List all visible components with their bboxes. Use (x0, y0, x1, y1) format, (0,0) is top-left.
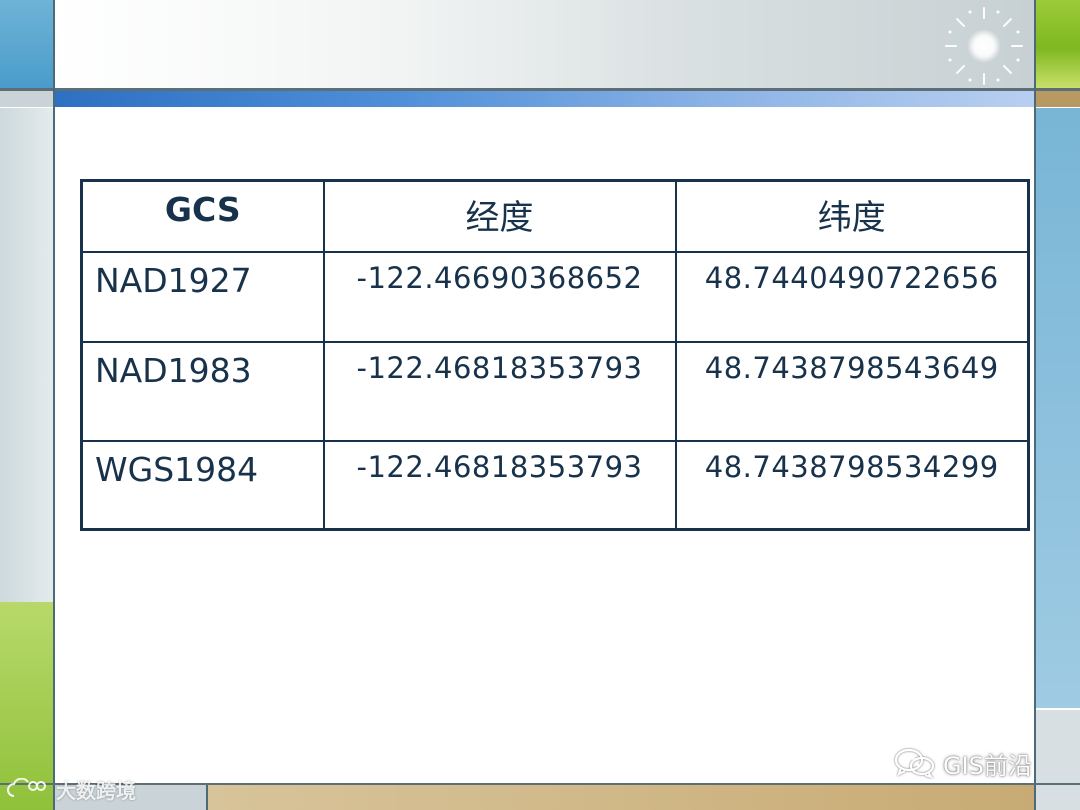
top-left-block (0, 0, 53, 88)
right-strip-upper (1036, 108, 1080, 708)
longitude-cell: -122.46818353793 (322, 340, 677, 442)
watermark-left-text: 大数跨境 (56, 778, 136, 803)
right-strip-lower (1036, 710, 1080, 810)
table-header-row: GCS 经度 纬度 (80, 179, 1030, 253)
watermark-left: 大数跨境 (6, 774, 136, 804)
table-row: WGS1984 -122.46818353793 48.743879853429… (80, 439, 1030, 531)
bar-left-block (0, 91, 53, 107)
latitude-cell: 48.7438798534299 (674, 439, 1030, 531)
right-frame-line (1034, 0, 1036, 810)
top-band (55, 0, 1035, 88)
gcs-name-cell: WGS1984 (80, 439, 325, 531)
bar-right-block (1036, 91, 1080, 107)
blue-title-bar (53, 91, 1035, 107)
cloud-icon (7, 778, 46, 797)
latitude-cell: 48.7438798543649 (674, 340, 1030, 442)
header-gcs: GCS (80, 179, 325, 253)
wechat-icon (894, 748, 935, 779)
latitude-cell: 48.7440490722656 (674, 250, 1030, 343)
gcs-name-cell: NAD1927 (80, 250, 325, 343)
header-longitude: 经度 (322, 179, 677, 253)
left-strip-upper (0, 108, 53, 602)
longitude-cell: -122.46690368652 (322, 250, 677, 343)
gcs-name-cell: NAD1983 (80, 340, 325, 442)
coordinate-table: GCS 经度 纬度 NAD1927 -122.46690368652 48.74… (80, 179, 1030, 531)
sun-icon (945, 7, 1023, 85)
table-row: NAD1927 -122.46690368652 48.744049072265… (80, 250, 1030, 343)
longitude-cell: -122.46818353793 (322, 439, 677, 531)
header-latitude: 纬度 (674, 179, 1030, 253)
table-row: NAD1983 -122.46818353793 48.743879854364… (80, 340, 1030, 442)
top-right-block (1036, 0, 1080, 88)
watermark-right-text: GIS前沿 (943, 751, 1032, 780)
watermark-right: GIS前沿 (893, 746, 1032, 780)
left-frame-line (53, 0, 55, 810)
bottom-band (208, 785, 1034, 810)
